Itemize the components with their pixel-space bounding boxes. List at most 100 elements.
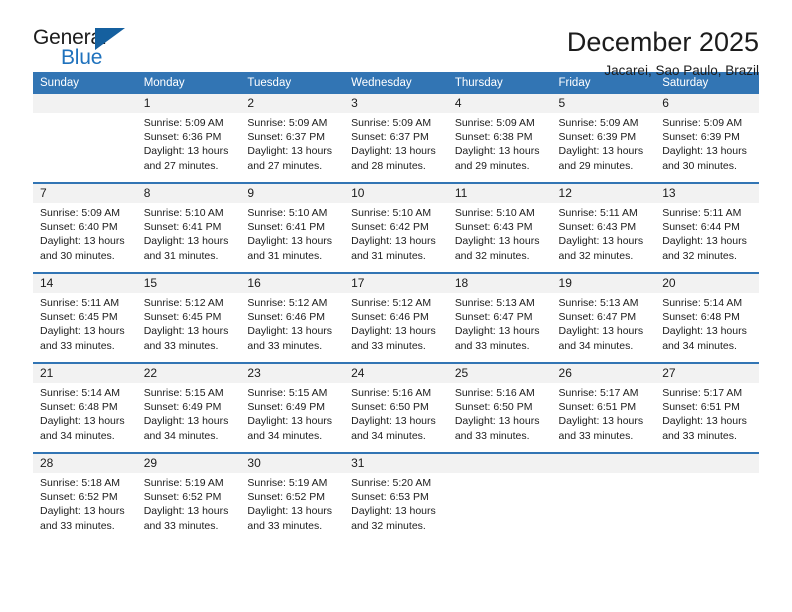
sunrise-text: Sunrise: 5:09 AM [454, 117, 535, 129]
daylight-text-line2: and 32 minutes. [454, 249, 530, 262]
sunrise-text: Sunrise: 5:18 AM [40, 477, 120, 489]
daylight-text-line2: and 28 minutes. [351, 159, 426, 172]
calendar-day-cell[interactable]: 9 Sunrise: 5:10 AM Sunset: 6:41 PM Daylight… [240, 182, 345, 273]
calendar-day-cell[interactable] [33, 94, 137, 183]
calendar-day-cell[interactable]: 20 Sunrise: 5:14 AM Sunset: 6:48 PM Dayligh… [655, 272, 759, 363]
calendar-day-cell[interactable] [447, 452, 552, 542]
day-sun-info: Sunrise: 5:16 AM Sunset: 6:50 PM Daylight:… [448, 383, 552, 443]
daylight-text-line1: Daylight: 13 hours [454, 235, 540, 248]
calendar-day-cell[interactable]: 31 Sunrise: 5:20 AM Sunset: 6:53 PM Dayligh… [344, 452, 448, 542]
calendar-day-cell[interactable]: 21 Sunrise: 5:14 AM Sunset: 6:48 PM Dayligh… [33, 362, 137, 453]
calendar-day-cell[interactable] [655, 452, 759, 542]
page-title: December 2025 [566, 27, 759, 57]
calendar-day-cell[interactable]: 13 Sunrise: 5:11 AM Sunset: 6:44 PM Dayligh… [655, 182, 759, 273]
sunrise-text: Sunrise: 5:16 AM [351, 387, 432, 399]
sunset-text: Sunset: 6:37 PM [247, 131, 326, 144]
daylight-text-line1: Daylight: 13 hours [351, 505, 436, 518]
day-sun-info: Sunrise: 5:11 AM Sunset: 6:45 PM Daylight:… [33, 293, 137, 353]
sunset-text: Sunset: 6:48 PM [40, 401, 118, 414]
day-cell-inner: 10 Sunrise: 5:10 AM Sunset: 6:42 PM Dayligh… [344, 184, 448, 272]
general-blue-logo[interactable]: General Blue [33, 26, 153, 72]
calendar-day-cell[interactable]: 29 Sunrise: 5:19 AM Sunset: 6:52 PM Dayligh… [136, 452, 241, 542]
sunset-text: Sunset: 6:46 PM [351, 311, 429, 324]
sunrise-text: Sunrise: 5:13 AM [558, 297, 639, 309]
calendar-day-cell[interactable]: 23 Sunrise: 5:15 AM Sunset: 6:49 PM Dayligh… [240, 362, 345, 453]
sunrise-text: Sunrise: 5:10 AM [247, 207, 328, 219]
day-sun-info: Sunrise: 5:10 AM Sunset: 6:42 PM Daylight:… [344, 203, 448, 263]
calendar-day-cell[interactable]: 6 Sunrise: 5:09 AM Sunset: 6:39 PM Daylight… [655, 94, 759, 183]
daylight-text-line2: and 34 minutes. [558, 339, 634, 352]
calendar-day-cell[interactable]: 14 Sunrise: 5:11 AM Sunset: 6:45 PM Dayligh… [33, 272, 137, 363]
calendar-day-cell[interactable]: 27 Sunrise: 5:17 AM Sunset: 6:51 PM Dayligh… [655, 362, 759, 453]
calendar-day-cell[interactable]: 3 Sunrise: 5:09 AM Sunset: 6:37 PM Daylight… [344, 94, 448, 183]
title-block: December 2025 Jacarei, Sao Paulo, Brazil [567, 26, 759, 81]
day-cell-inner: 13 Sunrise: 5:11 AM Sunset: 6:44 PM Dayligh… [655, 184, 759, 272]
sunrise-text: Sunrise: 5:09 AM [40, 207, 120, 219]
calendar-week-row: 28 Sunrise: 5:18 AM Sunset: 6:52 PM Dayligh… [33, 452, 759, 542]
sunset-text: Sunset: 6:48 PM [662, 311, 740, 324]
calendar-day-cell[interactable]: 18 Sunrise: 5:13 AM Sunset: 6:47 PM Dayligh… [447, 272, 552, 363]
daylight-text-line2: and 34 minutes. [247, 429, 323, 442]
calendar-day-cell[interactable]: 2 Sunrise: 5:09 AM Sunset: 6:37 PM Daylight… [240, 94, 345, 183]
calendar-day-cell[interactable]: 30 Sunrise: 5:19 AM Sunset: 6:52 PM Dayligh… [240, 452, 345, 542]
daylight-text-line1: Daylight: 13 hours [454, 415, 540, 428]
day-number: 2 [240, 94, 345, 113]
day-sun-info: Sunrise: 5:19 AM Sunset: 6:52 PM Daylight:… [137, 473, 241, 533]
sunrise-text: Sunrise: 5:16 AM [454, 387, 535, 399]
calendar-day-cell[interactable]: 11 Sunrise: 5:10 AM Sunset: 6:43 PM Dayligh… [447, 182, 552, 273]
day-sun-info: Sunrise: 5:09 AM Sunset: 6:37 PM Daylight:… [344, 113, 448, 173]
day-number: 4 [447, 94, 552, 113]
day-sun-info: Sunrise: 5:15 AM Sunset: 6:49 PM Daylight:… [240, 383, 344, 443]
day-sun-info: Sunrise: 5:17 AM Sunset: 6:51 PM Daylight:… [552, 383, 656, 443]
calendar-day-cell[interactable]: 10 Sunrise: 5:10 AM Sunset: 6:42 PM Dayligh… [344, 182, 448, 273]
day-cell-inner: 25 Sunrise: 5:16 AM Sunset: 6:50 PM Dayligh… [447, 364, 552, 452]
calendar-day-cell[interactable]: 25 Sunrise: 5:16 AM Sunset: 6:50 PM Dayligh… [447, 362, 552, 453]
day-sun-info: Sunrise: 5:14 AM Sunset: 6:48 PM Daylight:… [655, 293, 759, 353]
daylight-text-line1: Daylight: 13 hours [143, 145, 229, 158]
calendar-day-cell[interactable]: 1 Sunrise: 5:09 AM Sunset: 6:36 PM Daylight… [136, 94, 241, 183]
day-sun-info: Sunrise: 5:17 AM Sunset: 6:51 PM Daylight:… [655, 383, 759, 443]
sunrise-text: Sunrise: 5:10 AM [143, 207, 224, 219]
calendar-day-cell[interactable]: 12 Sunrise: 5:11 AM Sunset: 6:43 PM Dayligh… [551, 182, 656, 273]
daylight-text-line1: Daylight: 13 hours [662, 235, 747, 248]
day-number: 9 [240, 184, 345, 203]
sunset-text: Sunset: 6:50 PM [454, 401, 533, 414]
day-sun-info: Sunrise: 5:19 AM Sunset: 6:52 PM Daylight:… [240, 473, 344, 533]
day-sun-info: Sunrise: 5:09 AM Sunset: 6:37 PM Daylight:… [240, 113, 344, 173]
sunset-text: Sunset: 6:40 PM [40, 221, 118, 234]
day-sun-info: Sunrise: 5:16 AM Sunset: 6:50 PM Daylight:… [344, 383, 448, 443]
sunrise-text: Sunrise: 5:12 AM [247, 297, 328, 309]
calendar-day-cell[interactable]: 16 Sunrise: 5:12 AM Sunset: 6:46 PM Dayligh… [240, 272, 345, 363]
daylight-text-line2: and 31 minutes. [247, 249, 323, 262]
daylight-text-line1: Daylight: 13 hours [662, 325, 747, 338]
day-number: 27 [655, 364, 759, 383]
calendar-day-cell[interactable]: 15 Sunrise: 5:12 AM Sunset: 6:45 PM Dayligh… [136, 272, 241, 363]
day-sun-info: Sunrise: 5:10 AM Sunset: 6:41 PM Daylight:… [137, 203, 241, 263]
daylight-text-line2: and 29 minutes. [454, 159, 530, 172]
calendar-day-cell[interactable]: 7 Sunrise: 5:09 AM Sunset: 6:40 PM Daylight… [33, 182, 137, 273]
calendar-day-cell[interactable]: 4 Sunrise: 5:09 AM Sunset: 6:38 PM Daylight… [447, 94, 552, 183]
calendar-day-cell[interactable]: 5 Sunrise: 5:09 AM Sunset: 6:39 PM Daylight… [551, 94, 656, 183]
calendar-day-cell[interactable]: 24 Sunrise: 5:16 AM Sunset: 6:50 PM Dayligh… [344, 362, 448, 453]
calendar-day-cell[interactable] [551, 452, 656, 542]
day-cell-inner: 22 Sunrise: 5:15 AM Sunset: 6:49 PM Dayligh… [136, 364, 241, 452]
calendar-day-cell[interactable]: 26 Sunrise: 5:17 AM Sunset: 6:51 PM Dayligh… [551, 362, 656, 453]
calendar-day-cell[interactable]: 17 Sunrise: 5:12 AM Sunset: 6:46 PM Dayligh… [344, 272, 448, 363]
calendar-day-cell[interactable]: 8 Sunrise: 5:10 AM Sunset: 6:41 PM Daylight… [136, 182, 241, 273]
day-number: 31 [344, 454, 448, 473]
daylight-text-line1: Daylight: 13 hours [143, 415, 229, 428]
sunrise-text: Sunrise: 5:11 AM [40, 297, 120, 309]
sunrise-text: Sunrise: 5:20 AM [351, 477, 432, 489]
day-cell-inner: 4 Sunrise: 5:09 AM Sunset: 6:38 PM Daylight… [447, 94, 552, 182]
weekday-header-sunday: Sunday [33, 72, 137, 94]
day-number: 16 [240, 274, 345, 293]
day-sun-info: Sunrise: 5:12 AM Sunset: 6:46 PM Daylight:… [240, 293, 344, 353]
calendar-day-cell[interactable]: 28 Sunrise: 5:18 AM Sunset: 6:52 PM Dayligh… [33, 452, 137, 542]
sunrise-text: Sunrise: 5:15 AM [247, 387, 328, 399]
daylight-text-line2: and 34 minutes. [143, 429, 219, 442]
sunset-text: Sunset: 6:50 PM [351, 401, 429, 414]
calendar-week-row: 7 Sunrise: 5:09 AM Sunset: 6:40 PM Daylight… [33, 182, 759, 273]
calendar-day-cell[interactable]: 22 Sunrise: 5:15 AM Sunset: 6:49 PM Dayligh… [136, 362, 241, 453]
page-header: General Blue December 2025 Jacarei, Sao … [33, 0, 759, 78]
calendar-day-cell[interactable]: 19 Sunrise: 5:13 AM Sunset: 6:47 PM Dayligh… [551, 272, 656, 363]
